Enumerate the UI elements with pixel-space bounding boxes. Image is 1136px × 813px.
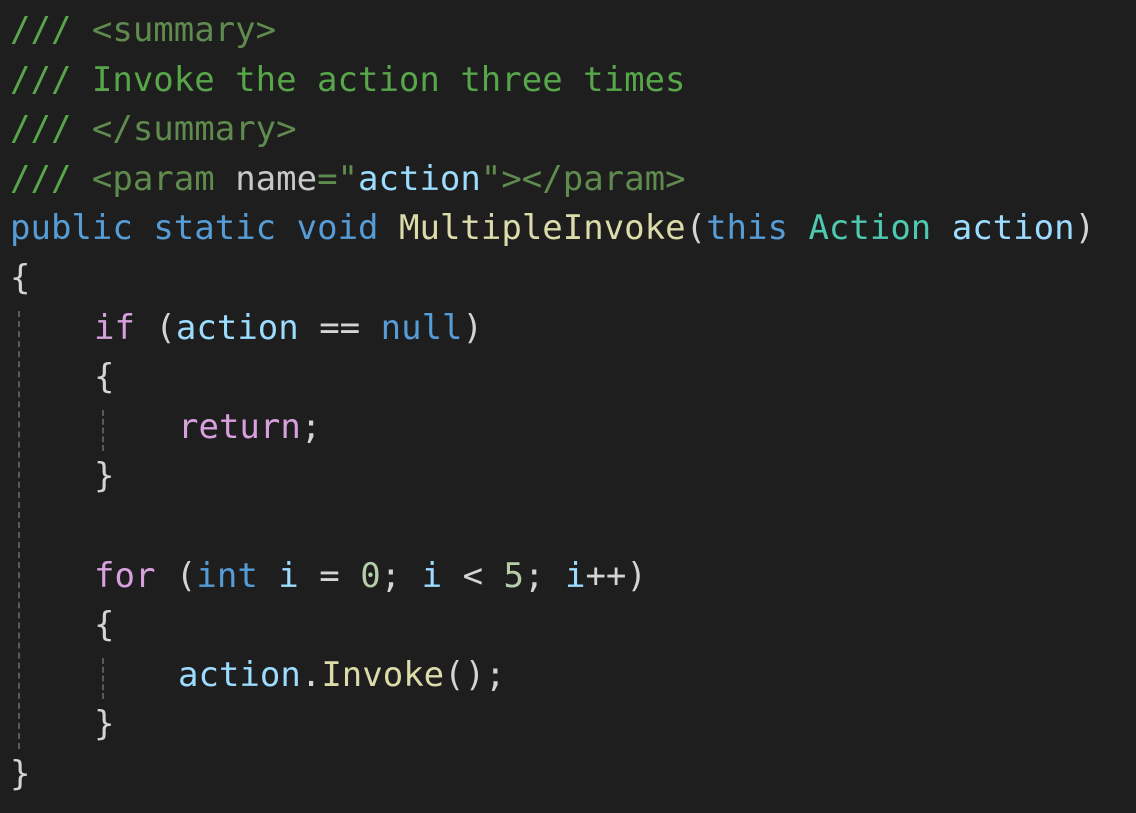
code-line[interactable]: {	[10, 253, 30, 303]
code-token: }	[94, 704, 115, 745]
code-line[interactable]: /// <summary>	[10, 5, 276, 55]
code-token: }	[10, 754, 31, 794]
code-line[interactable]: for (int i = 0; i < 5; i++)	[94, 551, 647, 601]
code-token: i	[278, 555, 299, 596]
code-token: (	[134, 307, 176, 348]
code-token: name	[235, 158, 318, 199]
code-token: i	[564, 555, 586, 596]
code-token: null	[380, 307, 463, 348]
code-token: (	[155, 555, 197, 596]
code-line[interactable]: return;	[178, 402, 321, 452]
code-line[interactable]: }	[94, 699, 114, 749]
code-token: static	[153, 208, 277, 249]
code-token: ="	[317, 158, 359, 199]
code-token: ///	[10, 10, 92, 50]
code-token: <	[442, 555, 504, 596]
code-token: .	[300, 654, 322, 695]
code-token: i	[421, 555, 443, 596]
code-token: ;	[300, 406, 322, 447]
indent-guide-if	[102, 409, 104, 452]
code-token: {	[94, 605, 115, 646]
code-token: MultipleInvoke	[399, 208, 686, 249]
code-token: action	[178, 654, 301, 695]
code-token: {	[94, 357, 115, 398]
code-token: this	[706, 208, 788, 249]
code-token: if	[94, 307, 135, 348]
code-line[interactable]: /// </summary>	[10, 104, 297, 154]
code-editor[interactable]: /// <summary>/// Invoke the action three…	[0, 0, 1136, 813]
code-token: ++)	[585, 555, 647, 596]
code-line[interactable]: {	[94, 352, 114, 402]
code-token: action	[175, 307, 299, 348]
code-line[interactable]: public static void MultipleInvoke(this A…	[10, 203, 1095, 253]
code-token: </summary>	[91, 109, 297, 150]
code-token: =	[298, 555, 361, 596]
code-token: {	[10, 258, 31, 298]
code-token: <param	[91, 158, 236, 199]
code-token: void	[296, 208, 379, 249]
code-token: ///	[10, 109, 92, 150]
code-token: Action	[808, 208, 932, 249]
code-token: 5	[503, 555, 525, 596]
indent-guide-method	[18, 310, 20, 749]
code-token: (	[685, 208, 707, 249]
code-line[interactable]: }	[10, 749, 30, 799]
code-token: ;	[524, 555, 565, 596]
code-token: )	[462, 307, 483, 348]
code-token: ==	[298, 307, 381, 348]
code-token: <summary>	[91, 10, 277, 50]
code-token: 0	[360, 555, 381, 596]
code-line[interactable]: action.Invoke();	[178, 650, 506, 700]
indent-guide-for	[102, 657, 104, 700]
code-token: )	[1074, 208, 1096, 249]
code-token: return	[178, 406, 301, 447]
code-token: }	[94, 456, 115, 497]
code-token: int	[196, 555, 258, 596]
code-line[interactable]: {	[94, 600, 114, 650]
code-token: /// Invoke the action three times	[10, 59, 686, 100]
code-token: "></param>	[480, 158, 686, 199]
code-line[interactable]: }	[94, 451, 114, 501]
code-line[interactable]: if (action == null)	[94, 303, 483, 353]
code-token: for	[94, 555, 156, 596]
code-token: public	[10, 208, 133, 249]
code-line[interactable]: /// <param name="action"></param>	[10, 154, 686, 204]
code-token: action	[358, 158, 481, 199]
code-token: ();	[444, 654, 506, 695]
code-token: Invoke	[321, 654, 445, 695]
code-line[interactable]: /// Invoke the action three times	[10, 55, 686, 105]
code-token: ;	[380, 555, 422, 596]
code-token: ///	[10, 158, 92, 199]
code-token: action	[951, 208, 1075, 249]
